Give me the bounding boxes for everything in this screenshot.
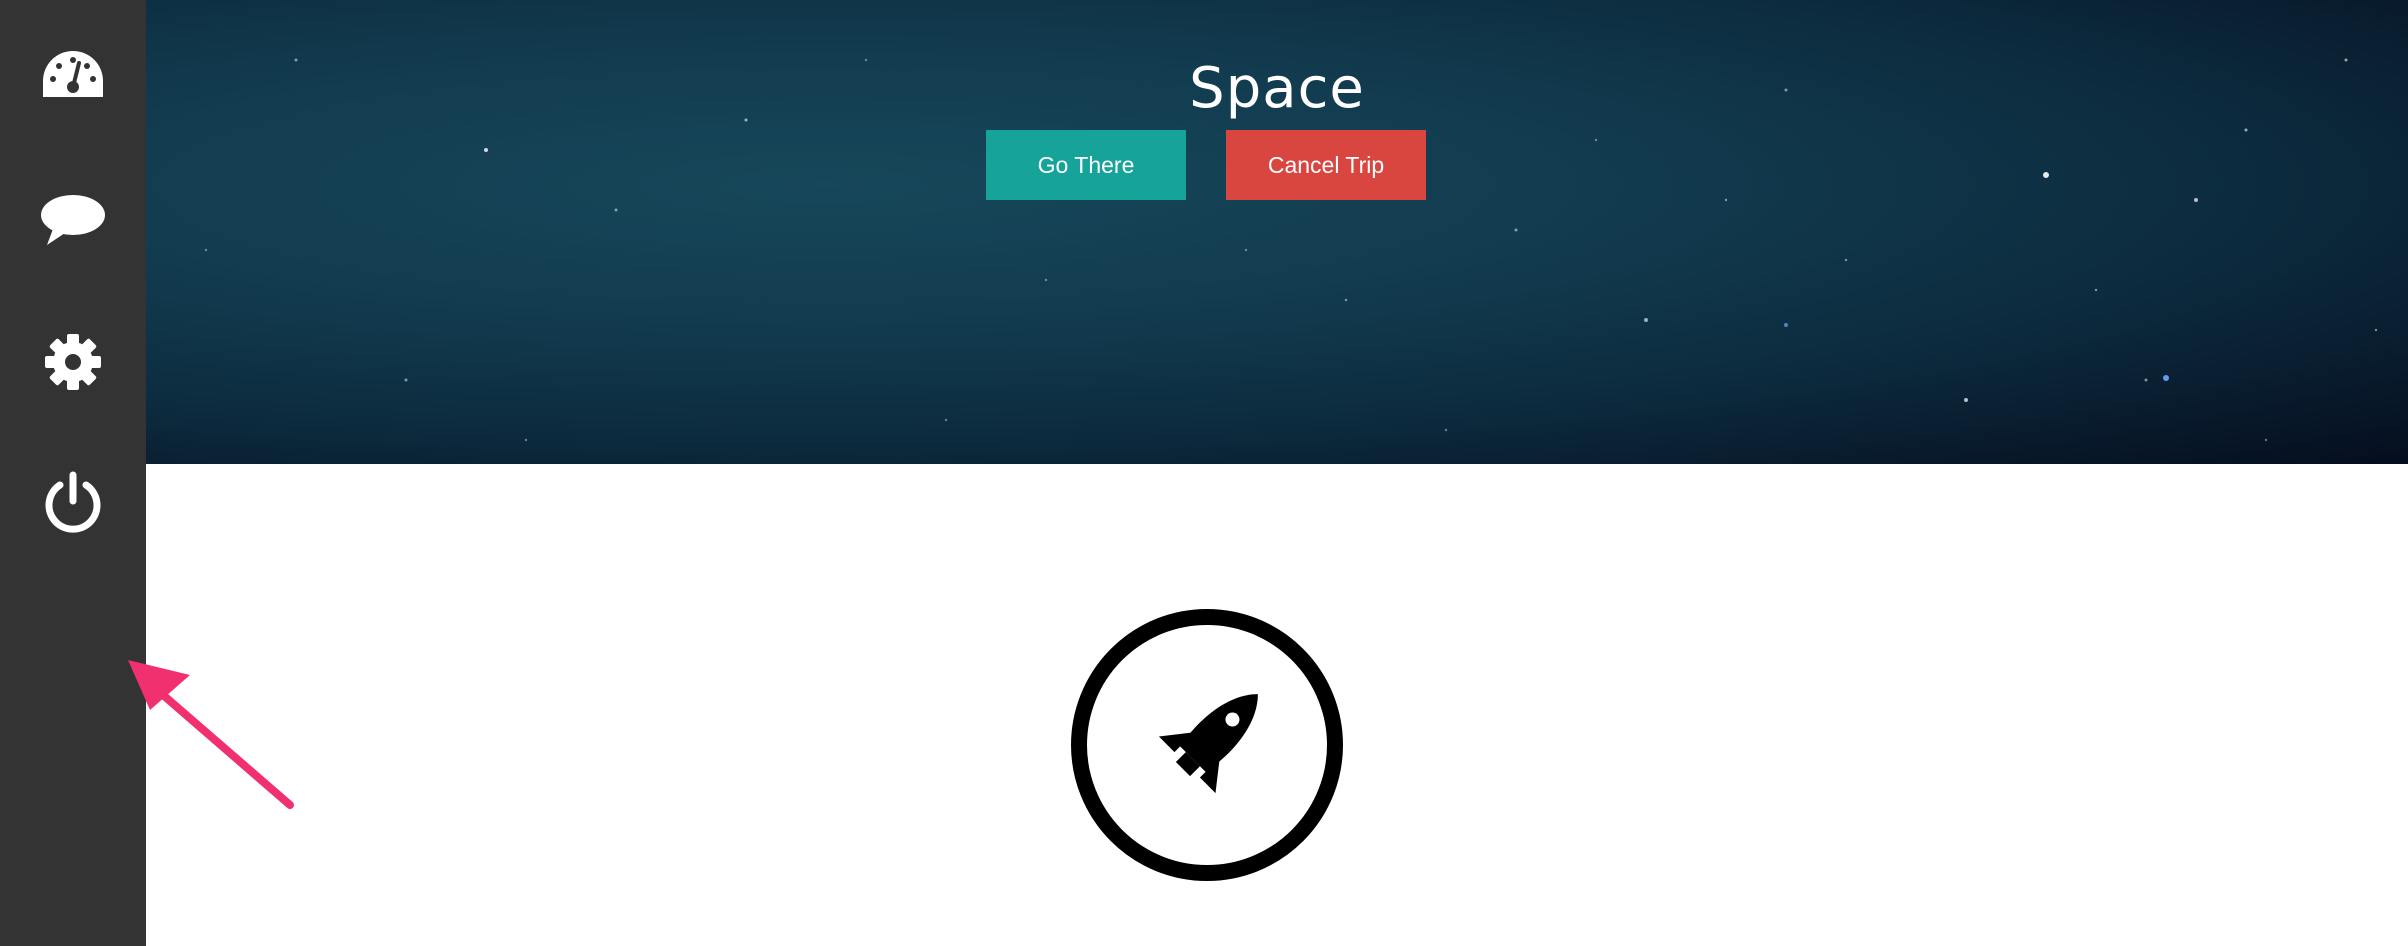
hero-banner: Space Go There Cancel Trip — [146, 0, 2408, 464]
power-icon — [45, 471, 101, 533]
cancel-trip-button[interactable]: Cancel Trip — [1226, 130, 1426, 200]
page-title: Space — [1189, 55, 1365, 121]
sidebar-item-power[interactable] — [0, 448, 146, 558]
go-there-button[interactable]: Go There — [986, 130, 1186, 200]
rocket-icon — [1071, 609, 1343, 881]
rocket-badge — [1068, 606, 1346, 884]
chat-icon — [41, 195, 105, 245]
gear-icon — [45, 334, 101, 390]
sidebar-item-settings[interactable] — [0, 307, 146, 417]
sidebar-item-chat[interactable] — [0, 165, 146, 275]
sidebar-item-dashboard[interactable] — [0, 20, 146, 130]
pink-arrow-icon — [128, 660, 294, 809]
dashboard-icon — [43, 51, 103, 97]
